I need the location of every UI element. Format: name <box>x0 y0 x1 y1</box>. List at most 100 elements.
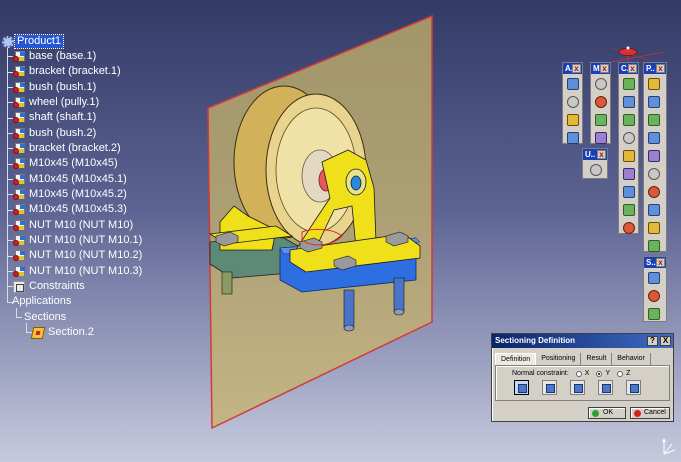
toolbar-button-icon[interactable] <box>593 112 608 127</box>
shaft-part[interactable] <box>350 175 362 191</box>
toolbar-button-icon[interactable] <box>593 130 608 145</box>
toolbar-button-icon[interactable] <box>621 148 636 163</box>
ok-button[interactable]: OK <box>588 407 626 419</box>
3d-viewport[interactable] <box>180 10 480 440</box>
toolbar-button-icon[interactable] <box>646 220 661 235</box>
tree-item-part[interactable]: shaft (shaft.1) <box>13 110 98 125</box>
part-icon <box>13 142 26 155</box>
constraints-icon <box>13 280 25 293</box>
toolbar-button-icon[interactable] <box>646 94 661 109</box>
specification-tree[interactable]: Product1 base (base.1) bracket (bracket.… <box>2 34 202 344</box>
toolbar-button-icon[interactable] <box>565 76 580 91</box>
toolbar-button-icon[interactable] <box>621 112 636 127</box>
toolbar-button-icon[interactable] <box>621 202 636 217</box>
toolbar-button-icon[interactable] <box>621 130 636 145</box>
tree-item-part[interactable]: base (base.1) <box>13 49 98 64</box>
tab-behavior[interactable]: Behavior <box>612 353 651 365</box>
toolbar-button-icon[interactable] <box>593 76 608 91</box>
bolt-part[interactable] <box>343 289 355 329</box>
tab-positioning[interactable]: Positioning <box>536 353 582 365</box>
section-box-icon[interactable] <box>570 380 585 395</box>
tab-result[interactable]: Result <box>581 353 613 365</box>
section-volume-icon[interactable] <box>626 380 641 395</box>
tree-item-label: NUT M10 (NUT M10.2) <box>29 249 143 261</box>
toolbar-button-icon[interactable] <box>646 166 661 181</box>
toolbar-button-icon[interactable] <box>565 94 580 109</box>
part-icon <box>13 157 26 170</box>
radio-y[interactable] <box>596 370 603 377</box>
toolbar-button-icon[interactable] <box>646 112 661 127</box>
bolt-end <box>343 324 355 332</box>
tree-item-applications[interactable]: Applications <box>10 294 73 309</box>
toolbar-button-icon[interactable] <box>593 94 608 109</box>
section-slice-icon[interactable] <box>542 380 557 395</box>
toolbar-button-icon[interactable] <box>646 130 661 145</box>
tree-item-label: NUT M10 (NUT M10) <box>29 219 134 231</box>
tree-item-part[interactable]: NUT M10 (NUT M10.3) <box>13 264 144 279</box>
tree-branch-line <box>16 308 17 317</box>
close-button[interactable]: X <box>660 336 671 346</box>
toolbar-button-icon[interactable] <box>565 112 580 127</box>
toolbar-button-icon[interactable] <box>621 94 636 109</box>
tab-definition[interactable]: Definition <box>495 353 537 365</box>
tree-item-part[interactable]: bracket (bracket.1) <box>13 64 123 79</box>
toolbar-c[interactable]: C.. x <box>618 62 639 234</box>
tree-item-sections[interactable]: Sections <box>22 310 68 325</box>
toolbar-close-button[interactable]: x <box>628 64 637 73</box>
tree-item-section[interactable]: Section.2 <box>30 325 96 340</box>
help-button[interactable]: ? <box>647 336 658 346</box>
toolbar-button-icon[interactable] <box>621 166 636 181</box>
section-edit-icon[interactable] <box>598 380 613 395</box>
toolbar-close-button[interactable]: x <box>572 64 581 73</box>
sectioning-definition-dialog[interactable]: Sectioning Definition ? X Definition Pos… <box>491 333 674 422</box>
toolbar-button-icon[interactable] <box>646 306 661 321</box>
tree-item-part[interactable]: bush (bush.1) <box>13 80 98 95</box>
tree-item-part[interactable]: NUT M10 (NUT M10.1) <box>13 233 144 248</box>
tree-item-part[interactable]: bush (bush.2) <box>13 126 98 141</box>
toolbar-button-icon[interactable] <box>646 148 661 163</box>
tree-item-part[interactable]: M10x45 (M10x45.3) <box>13 202 129 217</box>
toolbar-button-icon[interactable] <box>621 184 636 199</box>
tree-item-part[interactable]: M10x45 (M10x45) <box>13 156 120 171</box>
toolbar-m[interactable]: M.. x <box>590 62 611 144</box>
section-plane-icon[interactable] <box>514 380 529 395</box>
toolbar-button-icon[interactable] <box>646 184 661 199</box>
dialog-title-bar[interactable]: Sectioning Definition ? X <box>492 334 673 348</box>
tree-item-part[interactable]: M10x45 (M10x45.2) <box>13 187 129 202</box>
tree-item-part[interactable]: wheel (pully.1) <box>13 95 101 110</box>
toolbar-a[interactable]: A.. x <box>562 62 583 144</box>
cancel-button[interactable]: Cancel <box>630 407 670 419</box>
toolbar-u[interactable]: U.. x <box>582 148 608 179</box>
tree-item-label: M10x45 (M10x45.3) <box>29 203 127 215</box>
bolt-part[interactable] <box>221 271 233 295</box>
toolbar-button-icon[interactable] <box>646 202 661 217</box>
toolbar-s[interactable]: S.. x <box>643 256 667 322</box>
toolbar-button-icon[interactable] <box>588 162 603 177</box>
toolbar-button-icon[interactable] <box>646 288 661 303</box>
tree-item-part[interactable]: M10x45 (M10x45.1) <box>13 172 129 187</box>
radio-x[interactable] <box>575 370 582 377</box>
bolt-end <box>393 308 405 316</box>
tree-item-label: Sections <box>24 311 67 323</box>
tree-item-label: shaft (shaft.1) <box>29 111 97 123</box>
tree-item-part[interactable]: NUT M10 (NUT M10) <box>13 218 135 233</box>
toolbar-close-button[interactable]: x <box>600 64 609 73</box>
toolbar-p[interactable]: P.. x <box>643 62 667 252</box>
toolbar-button-icon[interactable] <box>646 76 661 91</box>
toolbar-title-text: S.. <box>646 258 656 267</box>
toolbar-button-icon[interactable] <box>646 238 661 253</box>
tree-item-constraints[interactable]: Constraints <box>13 279 87 294</box>
tree-item-label: bush (bush.2) <box>29 127 97 139</box>
toolbar-button-icon[interactable] <box>646 270 661 285</box>
toolbar-button-icon[interactable] <box>565 130 580 145</box>
tree-item-part[interactable]: bracket (bracket.2) <box>13 141 123 156</box>
toolbar-close-button[interactable]: x <box>597 150 606 159</box>
radio-z[interactable] <box>617 370 624 377</box>
tree-item-part[interactable]: NUT M10 (NUT M10.2) <box>13 248 144 263</box>
toolbar-close-button[interactable]: x <box>656 258 665 267</box>
tree-item-product[interactable]: Product1 <box>2 34 65 49</box>
toolbar-button-icon[interactable] <box>621 220 636 235</box>
toolbar-close-button[interactable]: x <box>656 64 665 73</box>
bolt-part[interactable] <box>393 277 405 313</box>
toolbar-button-icon[interactable] <box>621 76 636 91</box>
